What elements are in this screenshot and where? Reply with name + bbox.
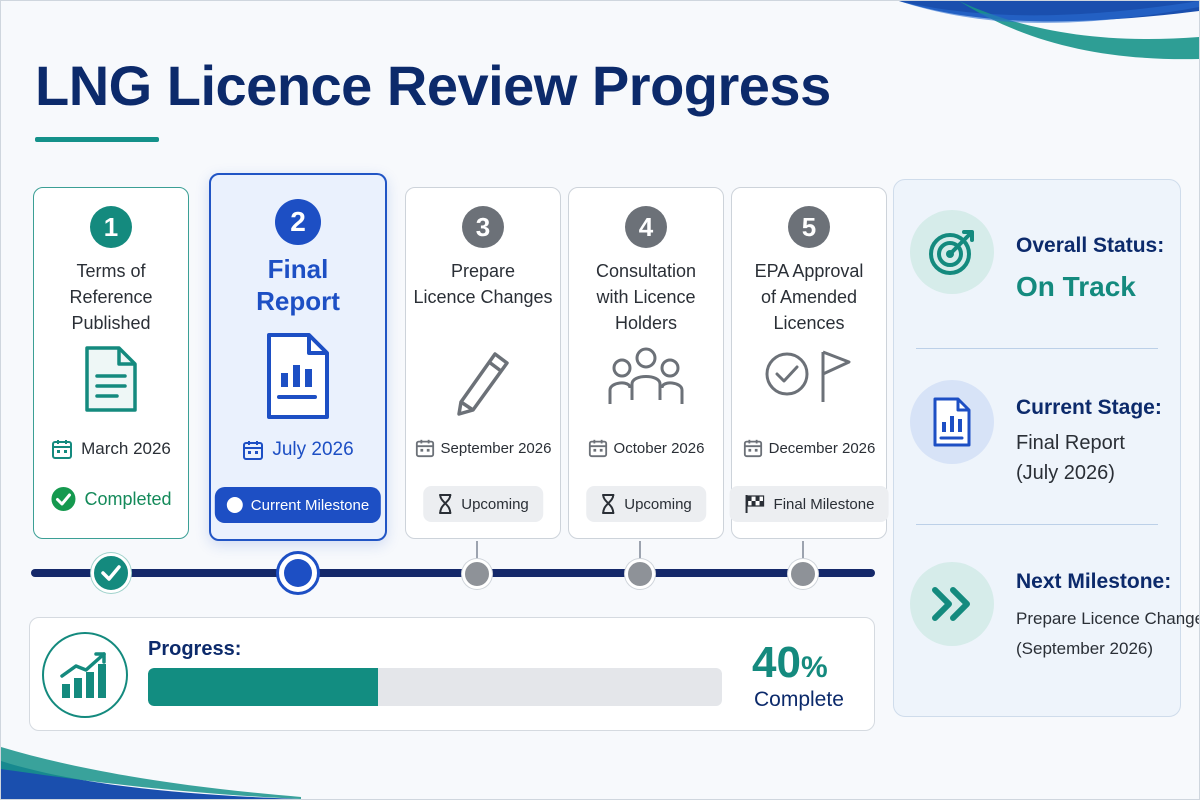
page-title: LNG Licence Review Progress [35, 54, 831, 117]
title-underline [35, 137, 159, 142]
calendar-icon [243, 441, 264, 460]
milestone-card-3: 3 Prepare Licence Changes September 2026 [405, 187, 561, 539]
milestone-number-4: 4 [625, 206, 667, 248]
milestone-number-2: 2 [275, 199, 321, 245]
overall-status-heading: Overall Status: [1016, 234, 1165, 257]
status-badge-upcoming: Upcoming [586, 486, 706, 522]
hourglass-icon [602, 494, 615, 514]
growth-chart-icon [60, 652, 106, 698]
progress-panel: Progress: 40% Complete [29, 617, 875, 731]
approval-flag-icon [765, 350, 851, 402]
milestone-number-1: 1 [90, 206, 132, 248]
double-chevron-icon [932, 587, 970, 621]
report-icon-badge [910, 380, 994, 464]
calendar-icon [52, 440, 73, 459]
document-icon [85, 346, 137, 412]
current-stage-heading: Current Stage: [1016, 396, 1162, 419]
milestone-date-1: March 2026 [34, 438, 188, 460]
status-panel: Overall Status: On Track Current Stage: … [893, 179, 1199, 717]
milestone-number-3: 3 [462, 206, 504, 248]
progress-percent: 40% [752, 638, 828, 687]
milestone-label-2: Final Report [256, 254, 340, 316]
milestone-card-5: 5 EPA Approval of Amended Licences Decem… [729, 187, 889, 539]
status-badge-current: Current Milestone [214, 487, 382, 523]
decorative-wave-bottom-left [1, 747, 301, 799]
milestone-card-2: 2 Final Report July 2026 Current Milesto… [209, 173, 387, 541]
milestone-label-3: Prepare Licence Changes [413, 261, 553, 307]
next-milestone-heading: Next Milestone: [1016, 570, 1172, 593]
progress-bar-fill [148, 668, 378, 706]
timeline-node-2 [276, 551, 320, 595]
milestone-date-3: September 2026 [406, 438, 560, 458]
milestone-label-4: Consultation with Licence Holders [595, 261, 697, 333]
target-icon-badge [910, 210, 994, 294]
timeline-node-3 [462, 559, 492, 589]
status-divider [916, 348, 1158, 349]
status-badge-upcoming: Upcoming [423, 486, 543, 522]
progress-label: Progress: [148, 638, 242, 660]
check-icon [101, 565, 121, 581]
calendar-icon [588, 439, 607, 458]
report-chart-icon [933, 397, 971, 447]
next-milestone-value: Prepare Licence Changes (September 2026) [1016, 609, 1200, 658]
checkered-flag-icon [745, 495, 765, 513]
current-dot-icon [226, 497, 243, 513]
timeline-node-1 [91, 553, 131, 593]
milestone-label-1: Terms of Reference Published [69, 261, 153, 333]
calendar-icon [743, 439, 762, 458]
status-badge-completed: Completed [50, 486, 172, 512]
milestone-date-5: December 2026 [732, 438, 886, 458]
hourglass-icon [439, 494, 452, 514]
timeline-node-4 [625, 559, 655, 589]
target-icon [929, 230, 974, 275]
report-chart-icon [267, 333, 329, 419]
milestone-label-5: EPA Approval of Amended Licences [754, 261, 864, 333]
progress-complete-label: Complete [754, 688, 844, 711]
milestone-date-2: July 2026 [211, 439, 385, 461]
overall-status-value: On Track [1016, 271, 1136, 302]
progress-bar-track [148, 668, 722, 706]
milestone-date-4: October 2026 [569, 438, 723, 458]
status-divider [916, 524, 1158, 525]
progress-icon-badge [42, 632, 128, 718]
status-badge-final: Final Milestone [729, 486, 889, 522]
infographic-frame: LNG Licence Review Progress 1 Terms of R… [0, 0, 1200, 800]
milestone-card-1: 1 Terms of Reference Published March 202… [33, 187, 189, 539]
chevron-icon-badge [910, 562, 994, 646]
milestone-number-5: 5 [788, 206, 830, 248]
current-stage-value: Final Report (July 2026) [1016, 432, 1125, 484]
decorative-wave-top-right [899, 1, 1199, 60]
check-circle-icon [51, 487, 76, 511]
timeline-track [31, 569, 875, 577]
current-dot-icon [284, 559, 312, 587]
calendar-icon [415, 439, 434, 458]
milestone-card-4: 4 Consultation with Licence Holders Octo… [568, 187, 724, 539]
pencil-icon [457, 352, 509, 416]
people-icon [608, 347, 684, 404]
timeline-node-5 [788, 559, 818, 589]
